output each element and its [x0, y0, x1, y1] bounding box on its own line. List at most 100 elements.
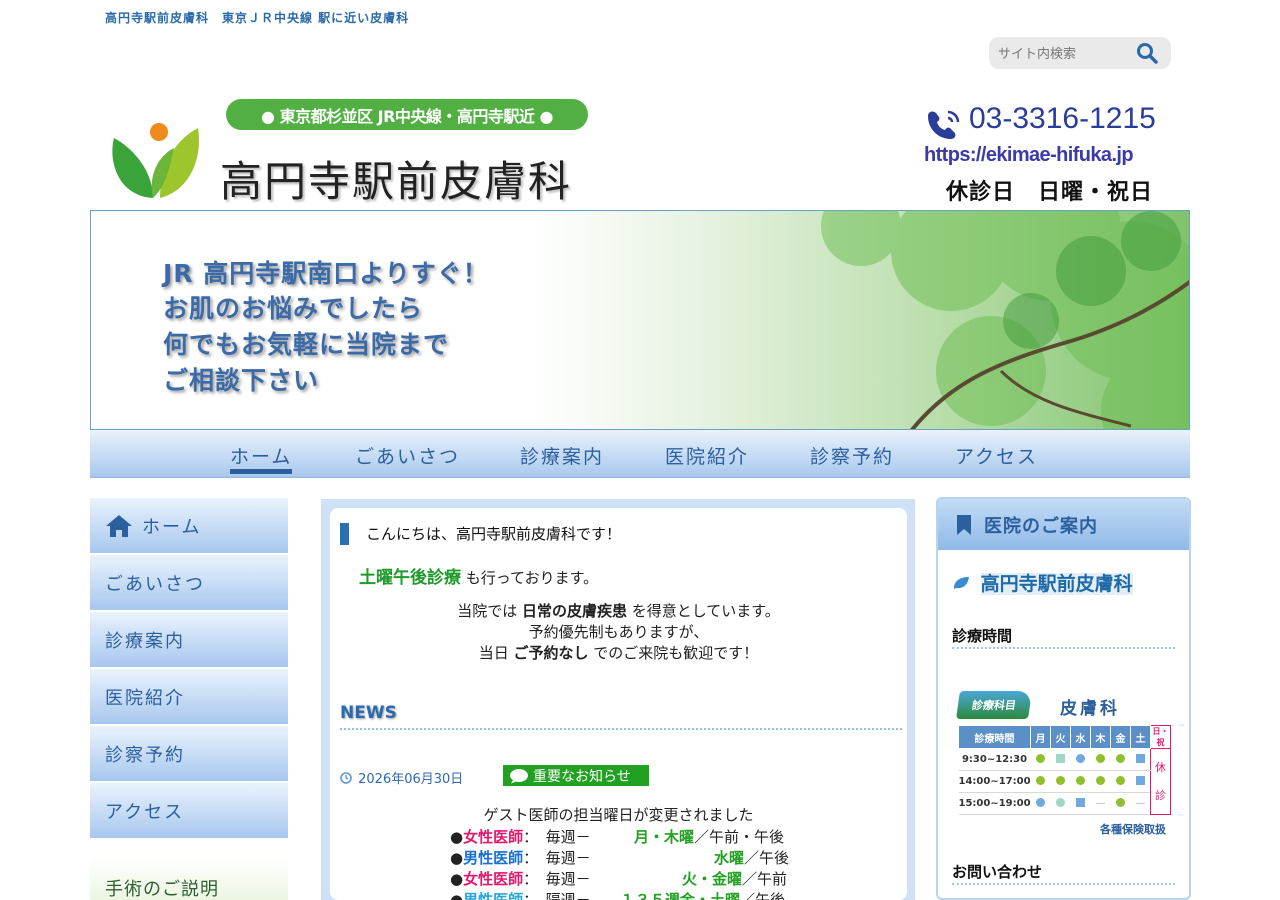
clock-icon: [340, 772, 352, 784]
schedule-head: 月: [1030, 725, 1052, 749]
sidebar-surgery-link[interactable]: 手術のご説明: [90, 858, 288, 900]
sidebar-item-clinic[interactable]: 医院紹介: [90, 669, 288, 724]
sidebar-item-label: アクセス: [105, 801, 185, 823]
contact-heading: お問い合わせ: [952, 861, 1175, 885]
foliage-image: [821, 211, 1189, 429]
intro-text: でのご来院も歓迎です！: [588, 644, 759, 662]
schedule-head: 金: [1110, 725, 1132, 749]
news-heading: NEWS: [340, 703, 902, 730]
hero-line: お肌のお悩みでしたら: [163, 294, 424, 323]
global-nav: ホーム ごあいさつ 診療案内 医院紹介 診察予約 アクセス: [90, 430, 1190, 478]
row-frequency: ： 隔週－: [523, 891, 591, 900]
doctor-type: 男性医師: [463, 891, 524, 900]
intro-text: を得意としています。: [626, 602, 780, 620]
nav-access[interactable]: アクセス: [955, 442, 1038, 469]
doctor-type: 男性医師: [463, 849, 524, 867]
intro-line: 予約優先制もありますが、: [528, 623, 709, 641]
row-bullet: ●: [450, 849, 464, 867]
doctor-days-value: 火・金曜: [682, 870, 743, 888]
doctor-type: 女性医師: [463, 828, 524, 846]
doctor-row: ●女性医師： 毎週－: [450, 826, 591, 847]
schedule-image: 診療科目 皮膚科 診療時間 月 火 水 木 金 土 日・祝 9:30~12:30: [956, 689, 1174, 836]
sidebar-item-label: ごあいさつ: [105, 573, 205, 595]
row-frequency: ： 毎週－: [523, 870, 591, 888]
doctor-time: ／午前: [742, 870, 788, 888]
sidebar-item-home[interactable]: ホーム: [90, 498, 288, 553]
intro-text: 当院では: [457, 602, 522, 620]
site-search: [989, 37, 1171, 69]
nav-services[interactable]: 診療案内: [520, 442, 604, 469]
schedule-head: 日・祝: [1150, 725, 1172, 749]
contact-block: 03-3316-1215 https://ekimae-hifuka.jp 休診…: [922, 102, 1174, 206]
search-icon[interactable]: [1136, 42, 1158, 68]
news-tag[interactable]: 重要なお知らせ: [503, 765, 649, 786]
site-url[interactable]: https://ekimae-hifuka.jp: [924, 144, 1134, 167]
saturday-text: も行っております。: [461, 569, 599, 587]
sidebar-item-access[interactable]: アクセス: [90, 783, 288, 838]
nav-clinic[interactable]: 医院紹介: [665, 442, 749, 469]
schedule-time: 14:00~17:00: [958, 770, 1031, 793]
row-bullet: ●: [450, 891, 464, 900]
doctor-time: ／午後: [740, 891, 786, 900]
doctor-days-value: 月・木曜: [634, 828, 695, 846]
doctor-days: １３５週金・土曜／午後: [620, 889, 785, 900]
nav-greeting[interactable]: ごあいさつ: [355, 442, 460, 469]
closed-days: 休診日 日曜・祝日: [946, 180, 1154, 205]
greeting-heading: こんにちは、高円寺駅前皮膚科です！: [340, 523, 621, 545]
news-date-text: 2026年06月30日: [358, 772, 464, 787]
schedule-time: 15:00~19:00: [958, 792, 1031, 815]
news-tag-label: 重要なお知らせ: [533, 768, 631, 785]
nav-reservation[interactable]: 診察予約: [810, 442, 894, 469]
saturday-notice: 土曜午後診療 も行っております。: [359, 563, 598, 588]
insurance-note: 各種保険取扱: [1100, 823, 1166, 836]
bookmark-icon: [957, 514, 971, 535]
leaf-icon: [954, 577, 969, 589]
home-icon: [106, 514, 132, 537]
sidebar: ホーム ごあいさつ 診療案内 医院紹介 診察予約 アクセス 手術のご説明: [90, 498, 288, 900]
sidebar-item-label: 診察予約: [105, 744, 185, 766]
row-bullet: ●: [450, 870, 464, 888]
schedule-head: 診療時間: [957, 725, 1032, 749]
doctor-days: 火・金曜／午前: [682, 868, 787, 889]
page: 高円寺駅前皮膚科 東京ＪＲ中央線 駅に近い皮膚科 ● 東京都杉並区 JR中央線・…: [0, 0, 1280, 900]
panel-title: 医院のご案内: [984, 515, 1098, 537]
schedule-row: 9:30~12:30 休診: [958, 748, 1172, 815]
schedule-kind: 皮膚科: [1060, 699, 1120, 719]
schedule-time: 9:30~12:30: [958, 748, 1031, 771]
doctor-time: ／午後: [744, 849, 790, 867]
sidebar-item-greeting[interactable]: ごあいさつ: [90, 555, 288, 610]
row-frequency: ： 毎週－: [523, 849, 591, 867]
schedule-table: 診療時間 月 火 水 木 金 土 日・祝 9:30~12:30 休診 14:00…: [957, 725, 1172, 815]
sidebar-item-label: ホーム: [142, 516, 202, 538]
intro-line: 当日 ご予約なし でのご来院も歓迎です！: [330, 643, 907, 664]
schedule-head: 木: [1090, 725, 1112, 749]
hours-heading: 診療時間: [952, 625, 1175, 649]
sidebar-item-reservation[interactable]: 診察予約: [90, 726, 288, 781]
search-input[interactable]: [998, 43, 1128, 63]
doctor-time: ／午前・午後: [694, 828, 785, 846]
hero-line: 何でもお気軽に当院まで: [163, 330, 450, 359]
location-pill: ● 東京都杉並区 JR中央線・高円寺駅近 ●: [226, 99, 588, 130]
clinic-info-panel: 医院のご案内 高円寺駅前皮膚科 診療時間 診療科目 皮膚科 診療時間 月 火 水…: [936, 497, 1191, 900]
leaf-logo-icon: [112, 123, 199, 198]
nav-home[interactable]: ホーム: [230, 442, 293, 474]
schedule-head: 火: [1050, 725, 1072, 749]
clinic-link-label: 高円寺駅前皮膚科: [980, 573, 1133, 595]
hero-banner: JR 高円寺駅南口よりすぐ！ お肌のお悩みでしたら 何でもお気軽に当院まで ご相…: [90, 210, 1190, 430]
clinic-logo[interactable]: ● 東京都杉並区 JR中央線・高円寺駅近 ● 高円寺駅前皮膚科: [108, 98, 598, 205]
sidebar-item-services[interactable]: 診療案内: [90, 612, 288, 667]
hero-line: JR 高円寺駅南口よりすぐ！: [163, 259, 489, 288]
sidebar-item-label: 診療案内: [105, 630, 185, 652]
schedule-row: 15:00~19:00 — —: [958, 792, 1171, 815]
phone-number[interactable]: 03-3316-1215: [969, 102, 1156, 136]
intro-strong: ご予約なし: [513, 644, 589, 662]
doctor-days-value: 水曜: [714, 849, 745, 867]
sidebar-item-label: 医院紹介: [105, 687, 185, 709]
news-date: 2026年06月30日: [340, 768, 463, 787]
schedule-head: 土: [1130, 725, 1152, 749]
schedule-closed: 休診: [1150, 748, 1172, 815]
schedule-head-row: 診療時間 月 火 水 木 金 土 日・祝: [957, 725, 1172, 749]
clinic-link[interactable]: 高円寺駅前皮膚科: [952, 569, 1133, 596]
doctor-row: ●男性医師： 隔週－: [450, 889, 591, 900]
intro-line: 当院では 日常の皮膚疾患 を得意としています。: [330, 601, 907, 622]
